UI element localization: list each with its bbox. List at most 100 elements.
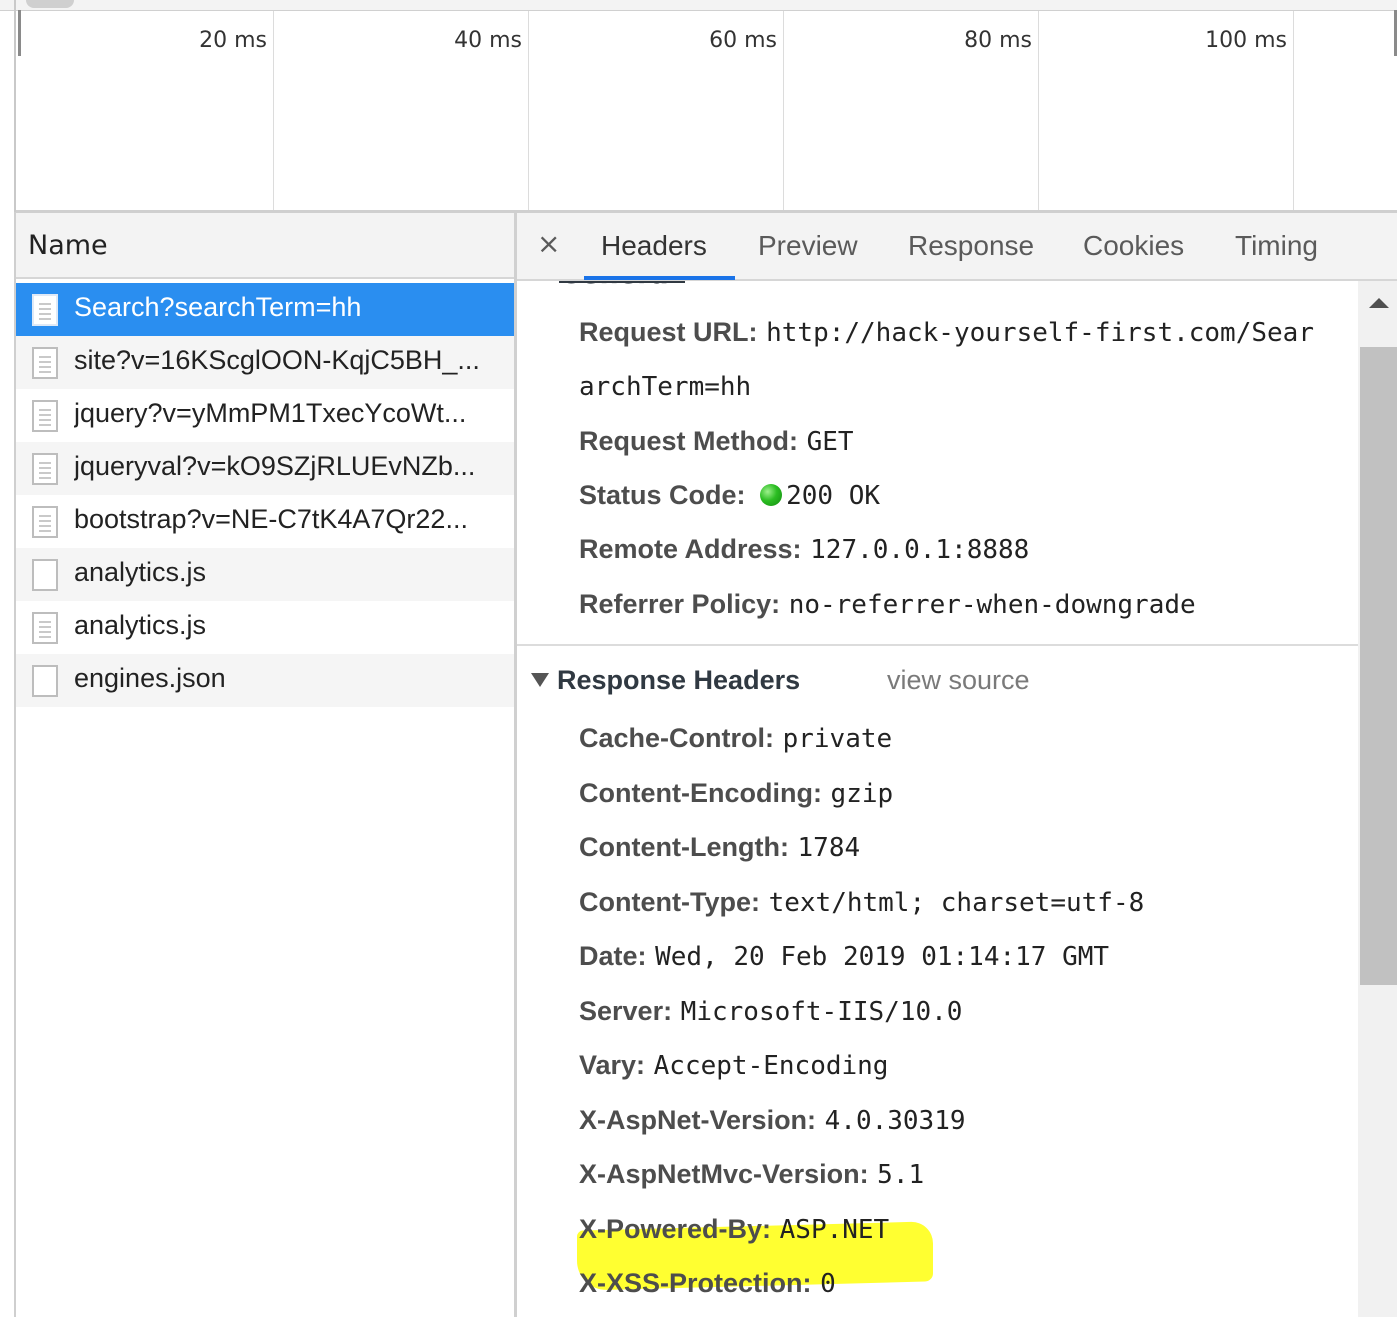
header-value: GET: [806, 426, 854, 457]
header-value: ASP.NET: [779, 1214, 890, 1245]
toolbar-toggle-fragment[interactable]: [26, 0, 74, 8]
header-value: private: [782, 724, 893, 754]
request-row[interactable]: analytics.js: [16, 548, 514, 601]
header-name: Content-Type:: [579, 886, 760, 917]
header-row[interactable]: Request Method: GET: [579, 426, 854, 457]
tab-timing[interactable]: Timing: [1235, 230, 1318, 262]
request-name: analytics.js: [74, 557, 207, 587]
request-row[interactable]: analytics.js: [16, 601, 514, 654]
header-name: Remote Address:: [579, 534, 802, 565]
timeline-tick-label: 40 ms: [454, 28, 522, 53]
header-row[interactable]: Vary: Accept-Encoding: [579, 1050, 888, 1081]
header-name: Server:: [579, 995, 673, 1026]
scroll-up-arrow-icon[interactable]: [1369, 298, 1389, 308]
collapse-triangle-icon[interactable]: [531, 673, 549, 687]
header-value: text/html; charset=utf-8: [768, 887, 1145, 918]
tab-response[interactable]: Response: [908, 230, 1034, 262]
header-row[interactable]: Content-Length: 1784: [579, 832, 860, 863]
header-value: 5.1: [877, 1160, 925, 1190]
header-name: Request URL:: [579, 317, 758, 347]
header-name: Vary:: [579, 1050, 646, 1080]
scrollbar-thumb[interactable]: [1360, 347, 1397, 985]
header-value: 127.0.0.1:8888: [810, 535, 1030, 566]
tab-preview[interactable]: Preview: [758, 230, 858, 262]
response-headers-title[interactable]: Response Headers: [557, 665, 800, 696]
status-ok-icon: [760, 483, 783, 506]
header-row[interactable]: archTerm=hh: [579, 371, 751, 402]
overview-timeline[interactable]: 20 ms 40 ms 60 ms 80 ms 100 ms: [0, 0, 1397, 212]
request-row[interactable]: Search?searchTerm=hh: [16, 283, 514, 336]
header-name: Date:: [579, 941, 647, 971]
requests-list-header[interactable]: Name: [16, 213, 514, 279]
timeline-top-band: [0, 0, 1397, 11]
header-value: http://hack-yourself-first.com/Sear: [766, 318, 1314, 348]
tab-headers[interactable]: Headers: [601, 230, 707, 262]
header-value: Microsoft-IIS/10.0: [680, 996, 963, 1027]
tab-cookies[interactable]: Cookies: [1083, 230, 1184, 262]
header-row[interactable]: Server: Microsoft-IIS/10.0: [579, 996, 962, 1027]
timeline-grid-line: [783, 11, 784, 211]
header-value: 200 OK: [786, 480, 881, 511]
timeline-grid-line: [273, 11, 274, 211]
header-value: 0: [820, 1269, 836, 1299]
timeline-tick-label: 100 ms: [1205, 28, 1287, 53]
timeline-tick-label: 80 ms: [964, 28, 1032, 53]
request-name: bootstrap?v=NE-C7tK4A7Qr22...: [74, 504, 468, 534]
request-name: Search?searchTerm=hh: [74, 292, 362, 322]
timeline-drag-handle-left[interactable]: [18, 10, 21, 56]
details-tabbar: × Headers Preview Response Cookies Timin…: [517, 213, 1397, 281]
timeline-left-edge: [14, 0, 16, 212]
header-value: no-referrer-when-downgrade: [788, 589, 1196, 620]
timeline-tick-label: 60 ms: [709, 28, 777, 53]
header-value: Accept-Encoding: [653, 1051, 889, 1081]
header-name: X-XSS-Protection:: [579, 1268, 812, 1298]
request-name: jqueryval?v=kO9SZjRLUEvNZb...: [74, 451, 476, 481]
header-name: Content-Encoding:: [579, 777, 822, 808]
header-row[interactable]: X-AspNet-Version: 4.0.30319: [579, 1105, 966, 1136]
close-icon[interactable]: ×: [537, 227, 560, 260]
request-row[interactable]: bootstrap?v=NE-C7tK4A7Qr22...: [16, 495, 514, 548]
header-name: X-AspNetMvc-Version:: [579, 1159, 869, 1189]
request-row[interactable]: jquery?v=yMmPM1TxecYcoWt...: [16, 389, 514, 442]
request-row[interactable]: site?v=16KScglOON-KqjC5BH_...: [16, 336, 514, 389]
script-icon: [32, 400, 58, 432]
script-icon: [32, 506, 58, 538]
view-source-link[interactable]: view source: [887, 665, 1030, 696]
header-value: archTerm=hh: [579, 372, 752, 403]
request-name: site?v=16KScglOON-KqjC5BH_...: [74, 345, 480, 375]
general-title-underline: [559, 281, 685, 283]
header-row[interactable]: Request URL: http://hack-yourself-first.…: [579, 317, 1314, 348]
section-separator: [517, 644, 1358, 646]
timeline-tick-label: 20 ms: [199, 28, 267, 53]
header-name: Referrer Policy:: [579, 588, 781, 619]
timeline-grid-line: [1293, 11, 1294, 211]
header-row[interactable]: Content-Type: text/html; charset=utf-8: [579, 887, 1144, 918]
request-name: engines.json: [74, 663, 226, 693]
header-name: Content-Length:: [579, 832, 789, 862]
blank-file-icon: [32, 559, 58, 591]
request-name: jquery?v=yMmPM1TxecYcoWt...: [74, 398, 467, 428]
request-row[interactable]: engines.json: [16, 654, 514, 707]
headers-panel: General Request URL: http://hack-yoursel…: [517, 281, 1358, 1317]
header-row[interactable]: Date: Wed, 20 Feb 2019 01:14:17 GMT: [579, 941, 1109, 972]
header-name: X-AspNet-Version:: [579, 1104, 817, 1135]
header-row[interactable]: Content-Encoding: gzip: [579, 778, 893, 809]
header-row[interactable]: X-Powered-By: ASP.NET: [579, 1214, 889, 1245]
header-value: gzip: [830, 778, 894, 809]
header-row[interactable]: Remote Address: 127.0.0.1:8888: [579, 534, 1029, 565]
header-row[interactable]: Referrer Policy: no-referrer-when-downgr…: [579, 589, 1196, 620]
header-name: X-Powered-By:: [579, 1213, 772, 1244]
header-name: Cache-Control:: [579, 723, 774, 753]
header-value: Wed, 20 Feb 2019 01:14:17 GMT: [655, 942, 1110, 972]
request-row[interactable]: jqueryval?v=kO9SZjRLUEvNZb...: [16, 442, 514, 495]
header-row[interactable]: Status Code: 200 OK: [579, 480, 880, 511]
request-name: analytics.js: [74, 610, 207, 640]
name-column-header[interactable]: Name: [28, 230, 108, 261]
header-row[interactable]: Cache-Control: private: [579, 723, 892, 754]
header-row[interactable]: X-AspNetMvc-Version: 5.1: [579, 1159, 924, 1190]
header-value: 4.0.30319: [824, 1105, 966, 1136]
header-row[interactable]: X-XSS-Protection: 0: [579, 1268, 836, 1299]
stylesheet-icon: [32, 347, 58, 379]
script-icon: [32, 453, 58, 485]
header-name: Request Method:: [579, 425, 798, 456]
